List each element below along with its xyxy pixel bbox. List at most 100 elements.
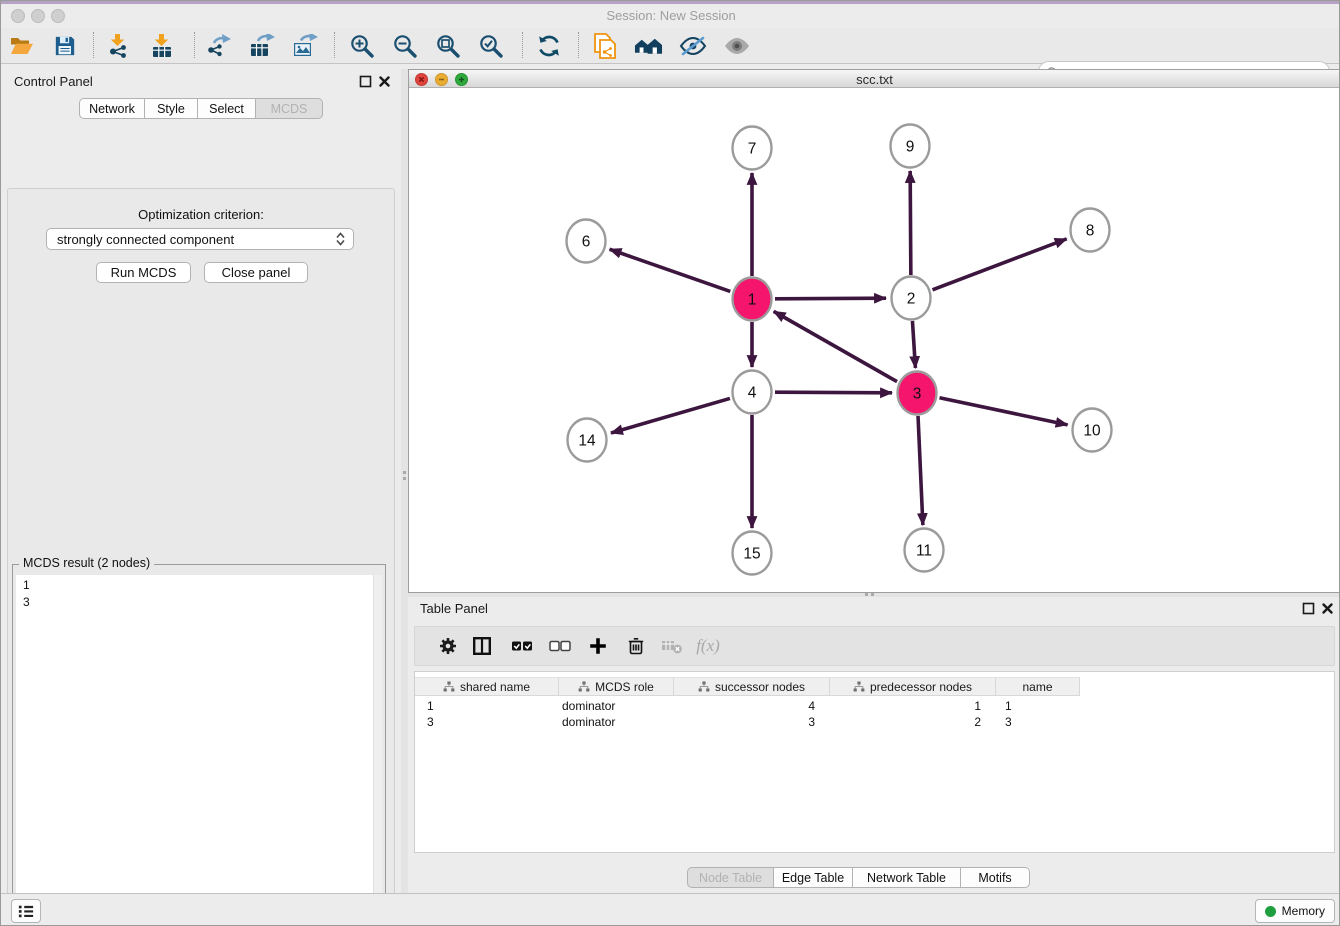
zoom-out-icon[interactable] bbox=[391, 31, 418, 61]
graph-node-6[interactable]: 6 bbox=[567, 220, 606, 263]
graph-edge-3-11[interactable] bbox=[918, 416, 923, 525]
tab-select[interactable]: Select bbox=[198, 98, 256, 119]
criterion-dropdown[interactable]: strongly connected component bbox=[46, 228, 354, 250]
graph-node-label: 11 bbox=[916, 543, 932, 560]
graph-node-9[interactable]: 9 bbox=[891, 125, 930, 168]
refresh-layout-icon[interactable] bbox=[535, 31, 563, 61]
node-table[interactable]: shared name MCDS role successor nodes prede… bbox=[414, 671, 1335, 853]
home-icon[interactable] bbox=[634, 31, 663, 61]
graph-edge-3-10[interactable] bbox=[940, 398, 1068, 425]
graph-node-7[interactable]: 7 bbox=[733, 127, 772, 170]
graph-edge-2-3[interactable] bbox=[912, 321, 915, 368]
tab-node-table[interactable]: Node Table bbox=[687, 867, 774, 888]
close-panel-button[interactable]: Close panel bbox=[204, 262, 308, 283]
vertical-splitter[interactable] bbox=[401, 69, 408, 893]
deselect-all-icon[interactable] bbox=[545, 627, 575, 665]
network-view-window[interactable]: scc.txt 1 2 3 4 6 7 8 9 10 11 14 15 bbox=[408, 69, 1340, 593]
criterion-dropdown-value: strongly connected component bbox=[57, 232, 336, 247]
zoom-in-icon[interactable] bbox=[348, 31, 375, 61]
column-header-shared-name[interactable]: shared name bbox=[415, 677, 559, 696]
tab-network-table[interactable]: Network Table bbox=[853, 867, 961, 888]
toolbar-group-3 bbox=[205, 31, 318, 61]
table-panel: Table Panel f(x) shared nameMCDS rolesuc… bbox=[408, 597, 1340, 893]
import-network-icon[interactable] bbox=[105, 31, 131, 61]
network-window-titlebar[interactable]: scc.txt bbox=[409, 70, 1340, 88]
graph-edge-1-2[interactable] bbox=[775, 298, 886, 299]
mcds-result-textarea[interactable]: 1 3 bbox=[16, 575, 382, 926]
delete-row-icon[interactable] bbox=[621, 627, 651, 665]
column-header-label: successor nodes bbox=[715, 680, 805, 694]
zoom-selected-icon[interactable] bbox=[477, 31, 504, 61]
column-header-MCDS-role[interactable]: MCDS role bbox=[559, 677, 674, 696]
toolbar-group-2 bbox=[105, 31, 175, 61]
toolbar-separator bbox=[522, 32, 523, 58]
save-session-icon[interactable] bbox=[52, 31, 77, 61]
graph-node-11[interactable]: 11 bbox=[905, 529, 944, 572]
open-file-icon[interactable] bbox=[9, 31, 34, 61]
import-table-icon[interactable] bbox=[149, 31, 175, 61]
graph-edge-3-1[interactable] bbox=[774, 311, 897, 381]
task-list-icon bbox=[17, 903, 35, 919]
duplicate-network-icon[interactable] bbox=[590, 31, 619, 61]
graph-node-8[interactable]: 8 bbox=[1071, 209, 1110, 252]
memory-button[interactable]: Memory bbox=[1255, 899, 1335, 923]
graph-node-1[interactable]: 1 bbox=[733, 278, 772, 321]
result-scrollbar[interactable] bbox=[373, 575, 382, 926]
export-table-icon[interactable] bbox=[248, 31, 275, 61]
toolbar-group-6 bbox=[590, 31, 751, 61]
graph-edge-2-9[interactable] bbox=[910, 171, 911, 275]
export-image-icon[interactable] bbox=[291, 31, 318, 61]
application-window: Session: New Session Control Panel Netwo… bbox=[0, 0, 1340, 926]
graph-edge-1-6[interactable] bbox=[610, 249, 731, 291]
graph-node-15[interactable]: 15 bbox=[733, 532, 772, 575]
zoom-fit-icon[interactable] bbox=[434, 31, 461, 61]
settings-gear-icon[interactable] bbox=[433, 627, 463, 665]
graph-node-10[interactable]: 10 bbox=[1073, 409, 1112, 452]
select-all-icon[interactable] bbox=[507, 627, 537, 665]
float-table-panel-icon[interactable] bbox=[1302, 602, 1315, 615]
table-cell: 4 bbox=[674, 697, 830, 714]
graph-node-label: 14 bbox=[578, 433, 596, 450]
float-panel-icon[interactable] bbox=[359, 75, 372, 88]
show-column-icon[interactable] bbox=[467, 627, 497, 665]
network-graph[interactable]: 1 2 3 4 6 7 8 9 10 11 14 15 bbox=[409, 88, 1340, 592]
column-header-label: shared name bbox=[460, 680, 530, 694]
add-row-icon[interactable] bbox=[583, 627, 613, 665]
table-row[interactable]: 3dominator323 bbox=[415, 714, 1080, 731]
tab-motifs[interactable]: Motifs bbox=[961, 867, 1030, 888]
column-header-name[interactable]: name bbox=[996, 677, 1080, 696]
hide-panel-icon[interactable] bbox=[678, 31, 707, 61]
column-header-predecessor-nodes[interactable]: predecessor nodes bbox=[830, 677, 996, 696]
graph-node-4[interactable]: 4 bbox=[733, 371, 772, 414]
graph-node-label: 3 bbox=[913, 386, 922, 403]
toolbar-group-4 bbox=[348, 31, 504, 61]
graph-edge-4-3[interactable] bbox=[775, 392, 892, 393]
tab-mcds[interactable]: MCDS bbox=[256, 98, 323, 119]
close-panel-icon[interactable] bbox=[378, 75, 391, 88]
tab-style[interactable]: Style bbox=[145, 98, 198, 119]
graph-node-3[interactable]: 3 bbox=[898, 372, 937, 415]
graph-node-label: 4 bbox=[748, 385, 757, 402]
table-cell: dominator bbox=[559, 714, 674, 731]
graph-node-label: 15 bbox=[743, 546, 760, 563]
graph-node-2[interactable]: 2 bbox=[892, 277, 931, 320]
table-cell: 1 bbox=[415, 697, 559, 714]
tab-edge-table[interactable]: Edge Table bbox=[774, 867, 853, 888]
task-history-button[interactable] bbox=[11, 899, 41, 923]
show-panel-icon[interactable] bbox=[722, 31, 751, 61]
column-tree-icon bbox=[853, 681, 865, 693]
tab-network[interactable]: Network bbox=[79, 98, 145, 119]
column-header-label: predecessor nodes bbox=[870, 680, 972, 694]
column-header-label: MCDS role bbox=[595, 680, 654, 694]
network-canvas[interactable]: 1 2 3 4 6 7 8 9 10 11 14 15 bbox=[409, 88, 1340, 592]
close-table-panel-icon[interactable] bbox=[1321, 602, 1334, 615]
graph-edge-4-14[interactable] bbox=[611, 398, 730, 433]
graph-edge-2-8[interactable] bbox=[933, 239, 1067, 290]
titlebar[interactable]: Session: New Session bbox=[1, 4, 1340, 28]
memory-status-icon bbox=[1265, 906, 1276, 917]
run-mcds-button[interactable]: Run MCDS bbox=[96, 262, 191, 283]
graph-node-14[interactable]: 14 bbox=[568, 419, 607, 462]
column-header-successor-nodes[interactable]: successor nodes bbox=[674, 677, 830, 696]
export-network-icon[interactable] bbox=[205, 31, 232, 61]
table-row[interactable]: 1dominator411 bbox=[415, 697, 1080, 714]
